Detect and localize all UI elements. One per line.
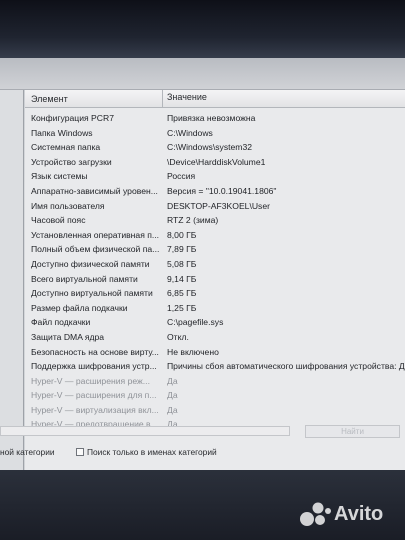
list-row[interactable]: Часовой пояс RTZ 2 (зима) — [25, 214, 405, 229]
list-row[interactable]: Всего виртуальной памяти 9,14 ГБ — [25, 273, 405, 288]
row-name: Папка Windows — [31, 127, 93, 138]
row-value: 8,00 ГБ — [167, 229, 197, 240]
list-row[interactable]: Hyper-V — расширения для п... Да — [25, 389, 405, 404]
row-name: Системная папка — [31, 142, 101, 153]
column-header-element[interactable]: Элемент — [31, 94, 68, 104]
list-row[interactable]: Hyper-V — виртуализация вкл... Да — [25, 404, 405, 419]
search-options: ной категории Поиск только в именах кате… — [0, 446, 405, 460]
list-header: Элемент Значение — [25, 90, 405, 108]
search-names-only-checkbox[interactable] — [76, 448, 84, 456]
row-value: Не включено — [167, 346, 219, 357]
row-name: Установленная оперативная п... — [31, 229, 160, 240]
column-separator[interactable] — [162, 90, 163, 108]
list-row[interactable]: Имя пользователя DESKTOP-AF3KOEL\User — [25, 200, 405, 215]
row-value: C:\pagefile.sys — [167, 317, 224, 328]
row-name: Размер файла подкачки — [31, 302, 128, 313]
row-name: Hyper-V — виртуализация вкл... — [31, 404, 159, 415]
category-tree-pane[interactable] — [0, 90, 24, 478]
row-name: Устройство загрузки — [31, 156, 112, 167]
list-row[interactable]: Защита DMA ядра Откл. — [25, 331, 405, 346]
row-name: Часовой пояс — [31, 215, 86, 226]
row-value: 6,85 ГБ — [167, 288, 197, 299]
search-names-only-label[interactable]: Поиск только в именах категорий — [87, 447, 217, 457]
row-name: Полный объем физической па... — [31, 244, 160, 255]
row-value: 1,25 ГБ — [167, 302, 197, 313]
search-input[interactable] — [0, 426, 290, 436]
list-row[interactable]: Поддержка шифрования устр... Причины сбоя… — [25, 360, 405, 375]
row-value: Привязка невозможна — [167, 113, 256, 123]
list-row[interactable]: Доступно физической памяти 5,08 ГБ — [25, 258, 405, 273]
list-row[interactable]: Размер файла подкачки 1,25 ГБ — [25, 302, 405, 317]
row-value: Откл. — [167, 331, 189, 342]
avito-watermark: Avito — [298, 500, 398, 530]
avito-logo-icon — [300, 502, 331, 526]
row-name: Конфигурация PCR7 — [31, 113, 114, 123]
row-value: Да — [167, 375, 178, 386]
row-value: Россия — [167, 171, 196, 182]
row-value: Версия = "10.0.19041.1806" — [167, 185, 277, 196]
row-value: \Device\HarddiskVolume1 — [167, 156, 266, 167]
row-value: RTZ 2 (зима) — [167, 215, 219, 226]
column-header-value[interactable]: Значение — [167, 92, 207, 102]
row-name: Всего виртуальной памяти — [31, 273, 138, 284]
list-row[interactable]: Безопасность на основе вирту... Не включе… — [25, 346, 405, 361]
row-value: Да — [167, 390, 178, 401]
row-name: Имя пользователя — [31, 200, 105, 211]
row-name: Аппаратно-зависимый уровен... — [31, 185, 158, 196]
row-value: DESKTOP-AF3KOEL\User — [167, 200, 270, 211]
row-value: C:\Windows\system32 — [167, 142, 253, 153]
row-name: Файл подкачки — [31, 317, 91, 328]
row-value: 5,08 ГБ — [167, 258, 197, 269]
list-row[interactable]: Устройство загрузки \Device\HarddiskVolum… — [25, 156, 405, 171]
row-value: Да — [167, 404, 178, 415]
monitor-bezel-top — [0, 0, 405, 62]
list-row[interactable]: Hyper-V — расширения реж... Да — [25, 375, 405, 390]
row-value: 7,89 ГБ — [167, 244, 197, 255]
row-name: Защита DMA ядра — [31, 331, 105, 342]
list-rows: Конфигурация PCR7 Привязка невозможна Пап… — [25, 112, 405, 433]
row-value: C:\Windows — [167, 127, 213, 138]
row-name: Hyper-V — расширения для п... — [31, 390, 157, 401]
system-info-window: Элемент Значение Конфигурация PCR7 Привяз… — [0, 58, 405, 488]
list-row[interactable]: Установленная оперативная п... 8,00 ГБ — [25, 229, 405, 244]
window-toolbar-strip — [0, 58, 405, 90]
row-name: Доступно физической памяти — [31, 258, 150, 269]
find-button[interactable]: Найти — [305, 425, 400, 438]
search-selected-category-label[interactable]: ной категории — [0, 447, 55, 457]
row-value: Причины сбоя автоматического шифрования … — [167, 361, 405, 372]
row-name: Доступно виртуальной памяти — [31, 288, 153, 299]
row-name: Безопасность на основе вирту... — [31, 346, 159, 357]
list-row[interactable]: Доступно виртуальной памяти 6,85 ГБ — [25, 287, 405, 302]
list-row[interactable]: Системная папка C:\Windows\system32 — [25, 141, 405, 156]
list-row[interactable]: Папка Windows C:\Windows — [25, 127, 405, 142]
list-row[interactable]: Полный объем физической па... 7,89 ГБ — [25, 243, 405, 258]
row-name: Поддержка шифрования устр... — [31, 361, 157, 372]
row-value: 9,14 ГБ — [167, 273, 197, 284]
list-row[interactable]: Аппаратно-зависимый уровен... Версия = "1… — [25, 185, 405, 200]
list-row[interactable]: Файл подкачки C:\pagefile.sys — [25, 316, 405, 331]
details-list[interactable]: Элемент Значение Конфигурация PCR7 Привяз… — [25, 90, 405, 478]
row-name: Язык системы — [31, 171, 88, 182]
avito-watermark-text: Avito — [334, 503, 384, 525]
row-name: Hyper-V — расширения реж... — [31, 375, 150, 386]
list-row[interactable]: Язык системы Россия — [25, 170, 405, 185]
list-row[interactable]: Конфигурация PCR7 Привязка невозможна — [25, 112, 405, 127]
